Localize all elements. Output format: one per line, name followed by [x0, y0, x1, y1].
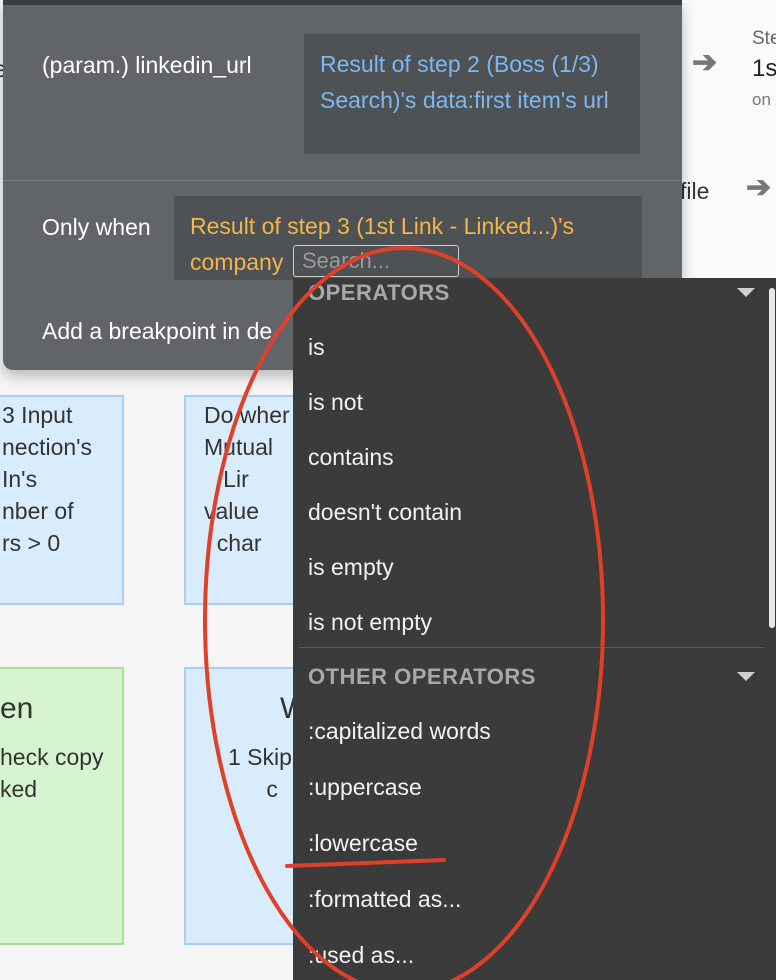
dropdown-separator: [299, 647, 764, 648]
other-operators-header[interactable]: OTHER OPERATORS: [308, 664, 536, 690]
only-when-expression-line1[interactable]: Result of step 3 (1st Link - Linked...)'…: [190, 208, 574, 244]
operator-item[interactable]: is: [308, 334, 325, 361]
right-step-column: ➔ Ste 1s on ➔: [682, 0, 776, 300]
card-text: 3 Input nection's In's nber of rs > 0: [2, 402, 93, 556]
other-operator-item[interactable]: :capitalized words: [308, 718, 491, 745]
operator-item[interactable]: is empty: [308, 554, 394, 581]
only-when-label: Only when: [42, 214, 151, 240]
step-number: 1s: [752, 55, 776, 82]
panel-top-bar: [3, 0, 682, 5]
param-expression-box[interactable]: Result of step 2 (Boss (1/3) Search)'s d…: [304, 34, 640, 154]
panel-divider: [3, 180, 682, 181]
operators-header[interactable]: OPERATORS: [308, 280, 450, 306]
dropdown-scrollbar[interactable]: [769, 288, 775, 628]
search-input[interactable]: [293, 245, 459, 277]
step-top-label: Ste: [752, 28, 776, 49]
other-operator-item[interactable]: :uppercase: [308, 774, 422, 801]
other-operator-item[interactable]: :used as...: [308, 942, 414, 969]
caret-down-icon[interactable]: [737, 672, 755, 681]
operator-item[interactable]: is not empty: [308, 609, 432, 636]
workflow-card-left[interactable]: 3 Input nection's In's nber of rs > 0: [0, 395, 124, 605]
param-expression[interactable]: Result of step 2 (Boss (1/3) Search)'s d…: [320, 46, 632, 118]
arrow-right-icon: ➔: [746, 171, 772, 204]
file-fragment: file: [680, 178, 710, 204]
card-title: en: [0, 692, 34, 725]
other-operator-item[interactable]: :lowercase: [308, 830, 418, 857]
param-label: (param.) linkedin_url: [42, 52, 252, 78]
operator-item[interactable]: is not: [308, 389, 363, 416]
operator-item[interactable]: doesn't contain: [308, 499, 462, 526]
arrow-right-icon: ➔: [692, 46, 718, 79]
other-operator-item[interactable]: :formatted as...: [308, 886, 461, 913]
only-when-expression-line2[interactable]: company: [190, 244, 283, 280]
breakpoint-label[interactable]: Add a breakpoint in de: [42, 318, 272, 345]
workflow-card-green[interactable]: en heck copy ked: [0, 667, 124, 945]
caret-down-icon[interactable]: [737, 288, 755, 297]
step-sub: on: [752, 90, 771, 109]
card-text: Do wher Mutual Lir value char: [204, 402, 290, 556]
card-text: 1 Skip c: [228, 744, 292, 802]
card-text: heck copy ked: [0, 744, 104, 802]
operators-dropdown: OPERATORS is is not contains doesn't con…: [293, 278, 776, 980]
operator-item[interactable]: contains: [308, 444, 394, 471]
